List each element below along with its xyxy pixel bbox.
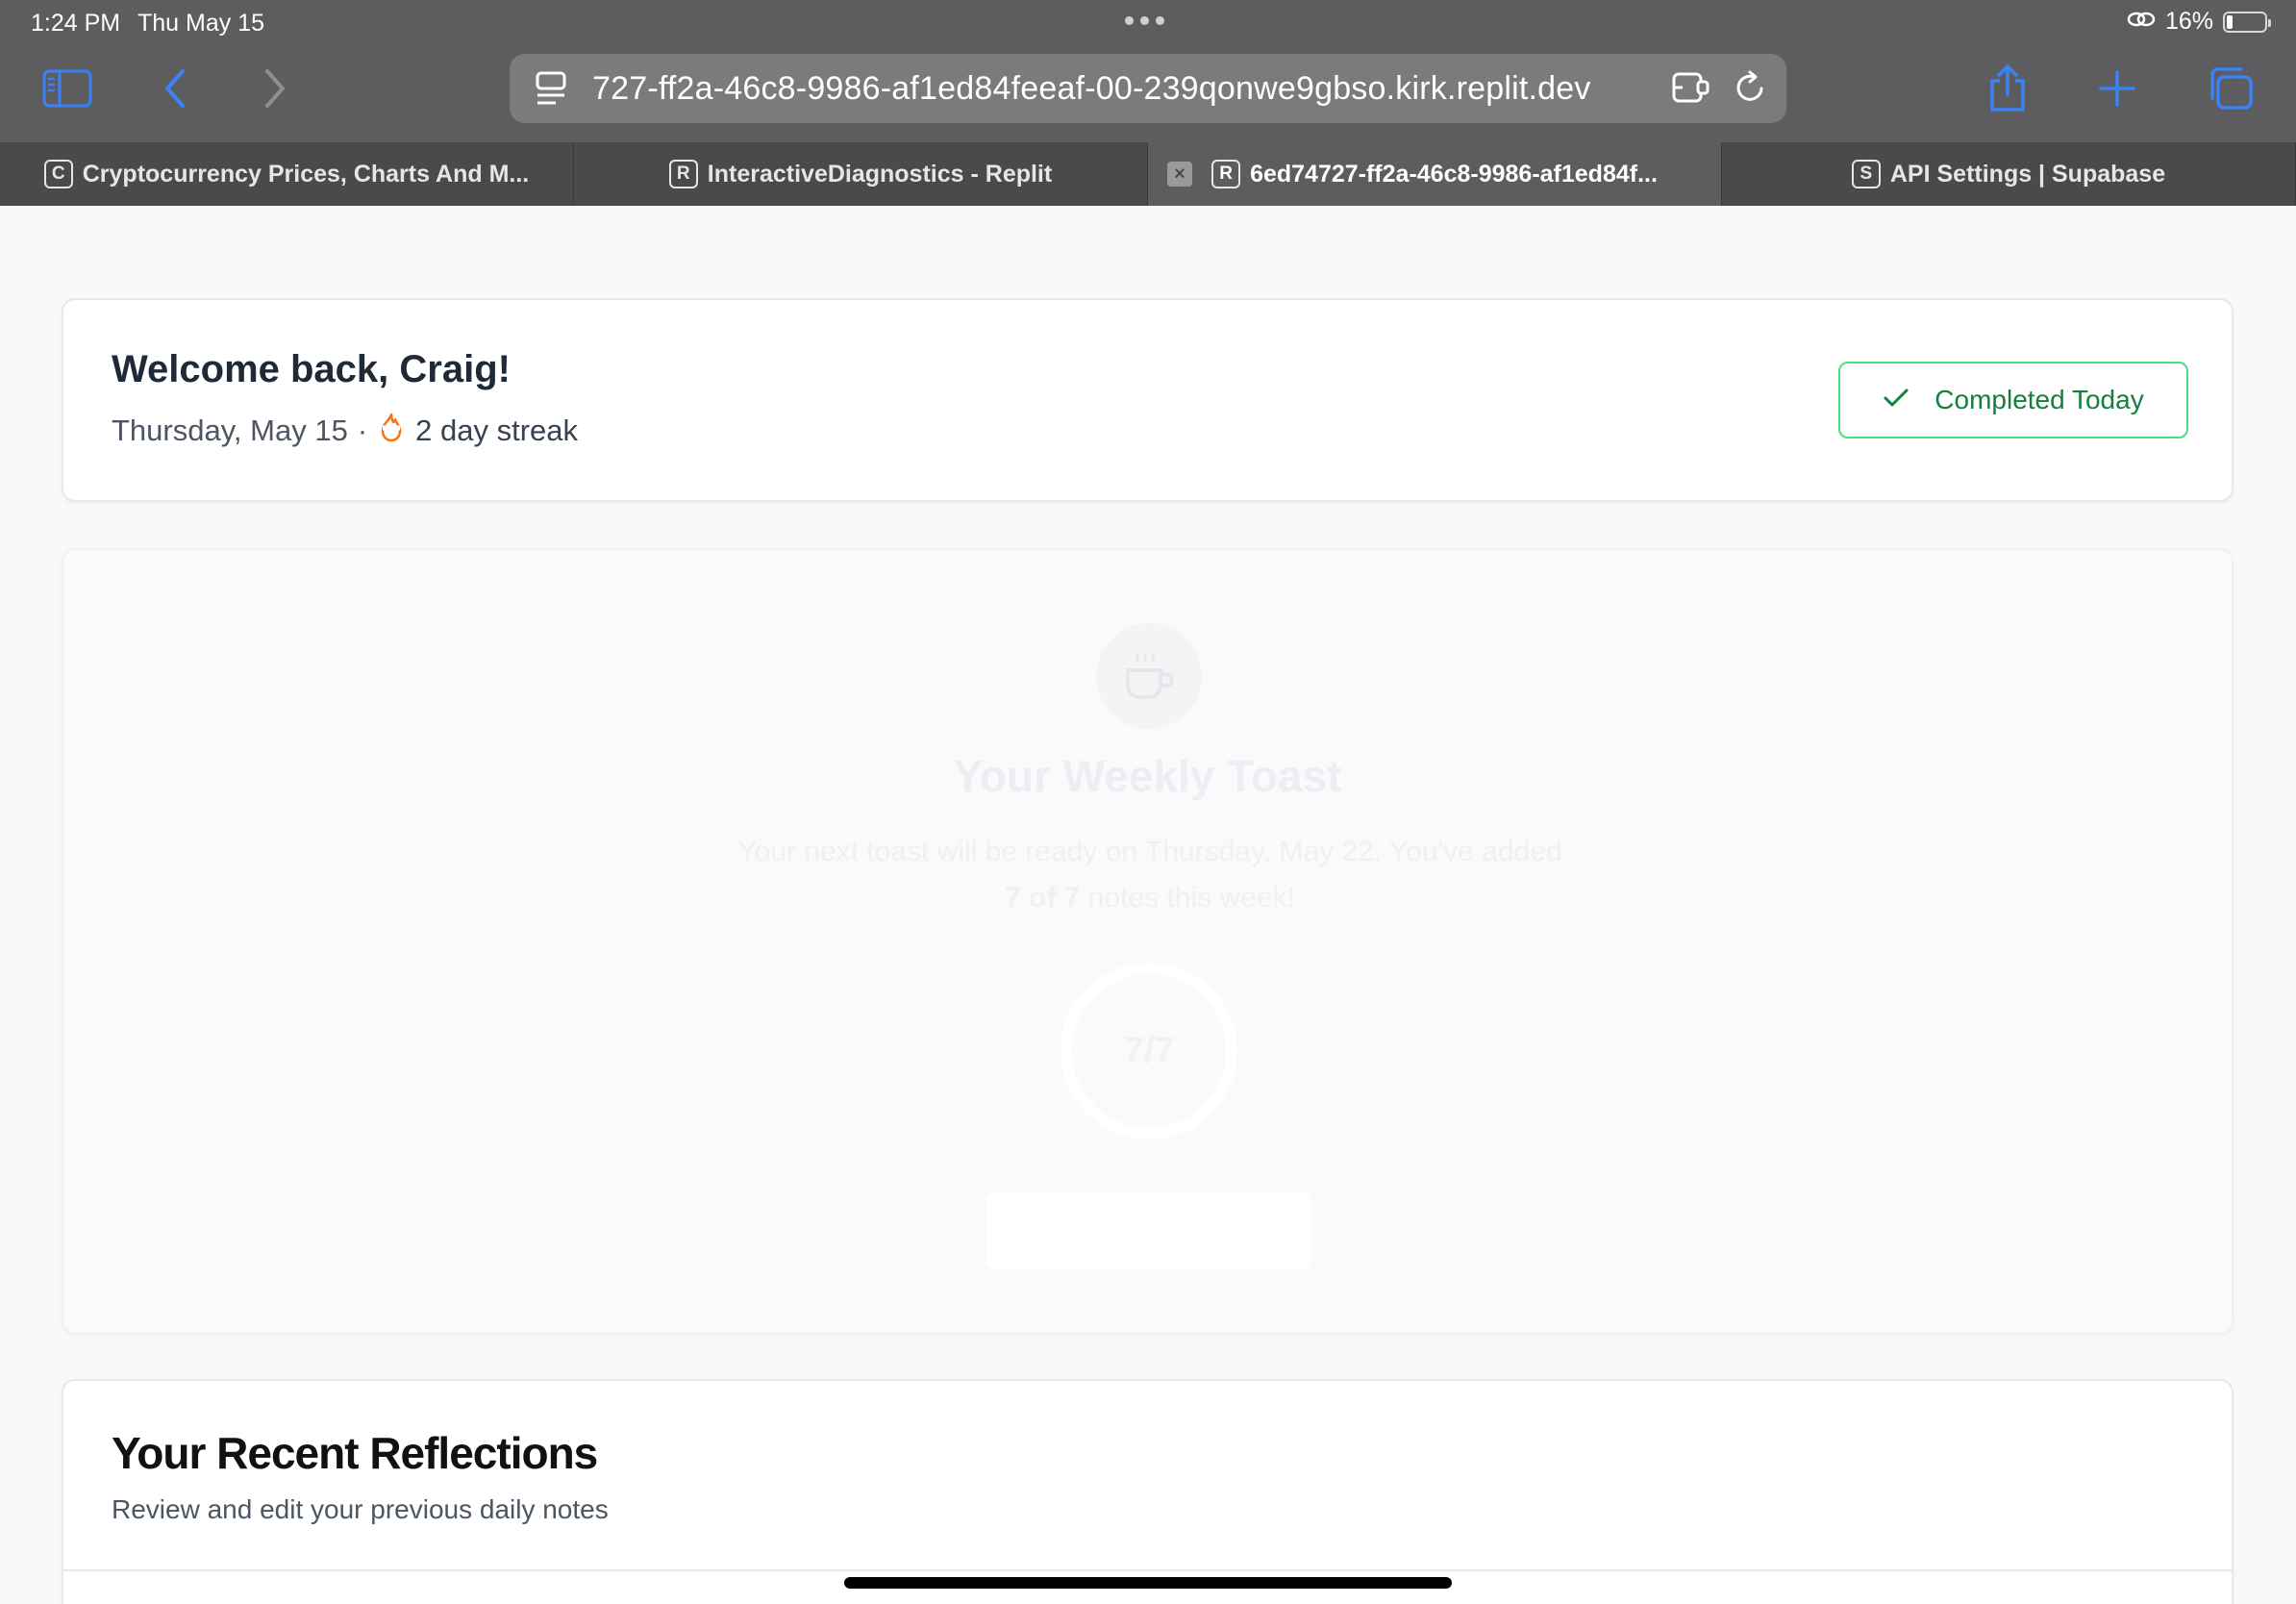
toast-desc-suffix: notes this week! [1080,882,1295,914]
toast-desc-count: 7 of 7 [1005,882,1081,914]
battery-icon [2223,11,2271,33]
status-bar: 1:24 PM Thu May 15 16% [0,0,2296,46]
reload-icon[interactable] [1733,69,1767,111]
page-content: Welcome back, Craig! Thursday, May 15 · … [0,206,2296,1604]
reflections-subtitle: Review and edit your previous daily note… [112,1494,609,1524]
close-tab-icon[interactable]: × [1167,162,1192,187]
separator: · [357,414,368,447]
completed-today-button[interactable]: Completed Today [1838,362,2188,439]
welcome-subtitle: Thursday, May 15 · 2 day streak [112,412,578,450]
flame-icon [377,412,406,450]
page-menu-icon[interactable] [535,71,567,111]
tab-interactive-diagnostics[interactable]: R InteractiveDiagnostics - Replit [574,142,1148,206]
coffee-cup-icon [1096,623,1202,729]
status-time: 1:24 PM [31,10,121,37]
multitasking-dots-icon[interactable] [1125,16,1164,25]
status-date: Thu May 15 [137,10,265,37]
tab-bar: C Cryptocurrency Prices, Charts And M...… [0,142,2296,206]
tab-supabase[interactable]: S API Settings | Supabase [1722,142,2296,206]
welcome-title: Welcome back, Craig! [112,348,511,390]
recent-reflections-card: Your Recent Reflections Review and edit … [62,1379,2234,1604]
toast-desc-prefix: Your next toast will be ready on Thursda… [737,836,1562,867]
completed-label: Completed Today [1934,385,2144,414]
weekly-toast-card: Your Weekly Toast Your next toast will b… [62,548,2234,1335]
tab-cryptocurrency[interactable]: C Cryptocurrency Prices, Charts And M... [0,142,574,206]
tab-current-replit[interactable]: × R 6ed74727-ff2a-46c8-9986-af1ed84f... [1148,142,1722,206]
back-icon[interactable] [146,60,204,117]
current-date: Thursday, May 15 [112,414,348,447]
reflections-title: Your Recent Reflections [112,1428,598,1478]
check-icon [1883,385,1909,415]
home-indicator[interactable] [844,1577,1452,1589]
tab-label: 6ed74727-ff2a-46c8-9986-af1ed84f... [1250,160,1658,188]
tab-favicon: S [1851,160,1881,188]
link-icon [2127,8,2156,36]
progress-label: 7/7 [1123,1031,1175,1071]
welcome-card: Welcome back, Craig! Thursday, May 15 · … [62,298,2234,502]
toast-description: Your next toast will be ready on Thursda… [736,829,1563,921]
view-toast-button[interactable] [986,1192,1311,1269]
streak-text: 2 day streak [415,414,579,447]
toast-title: Your Weekly Toast [953,751,1342,801]
browser-chrome: 1:24 PM Thu May 15 16% 727-ff2a-46c8-998… [0,0,2296,142]
divider [63,1569,2232,1571]
tab-label: InteractiveDiagnostics - Replit [707,160,1053,188]
forward-icon[interactable] [246,60,304,117]
extension-icon[interactable] [1671,70,1711,110]
tab-label: API Settings | Supabase [1889,160,2166,188]
address-bar[interactable]: 727-ff2a-46c8-9986-af1ed84feeaf-00-239qo… [510,54,1786,123]
tab-favicon: R [1211,160,1241,188]
new-tab-icon[interactable] [2088,60,2146,117]
battery-percent: 16% [2164,8,2213,35]
tab-favicon: C [43,160,73,188]
tab-label: Cryptocurrency Prices, Charts And M... [82,160,530,188]
share-icon[interactable] [1979,60,2036,117]
status-right: 16% [2127,8,2271,36]
tab-overview-icon[interactable] [2202,60,2259,117]
sidebar-icon[interactable] [38,60,96,117]
url-text[interactable]: 727-ff2a-46c8-9986-af1ed84feeaf-00-239qo… [592,70,1591,108]
tab-favicon: R [668,160,698,188]
